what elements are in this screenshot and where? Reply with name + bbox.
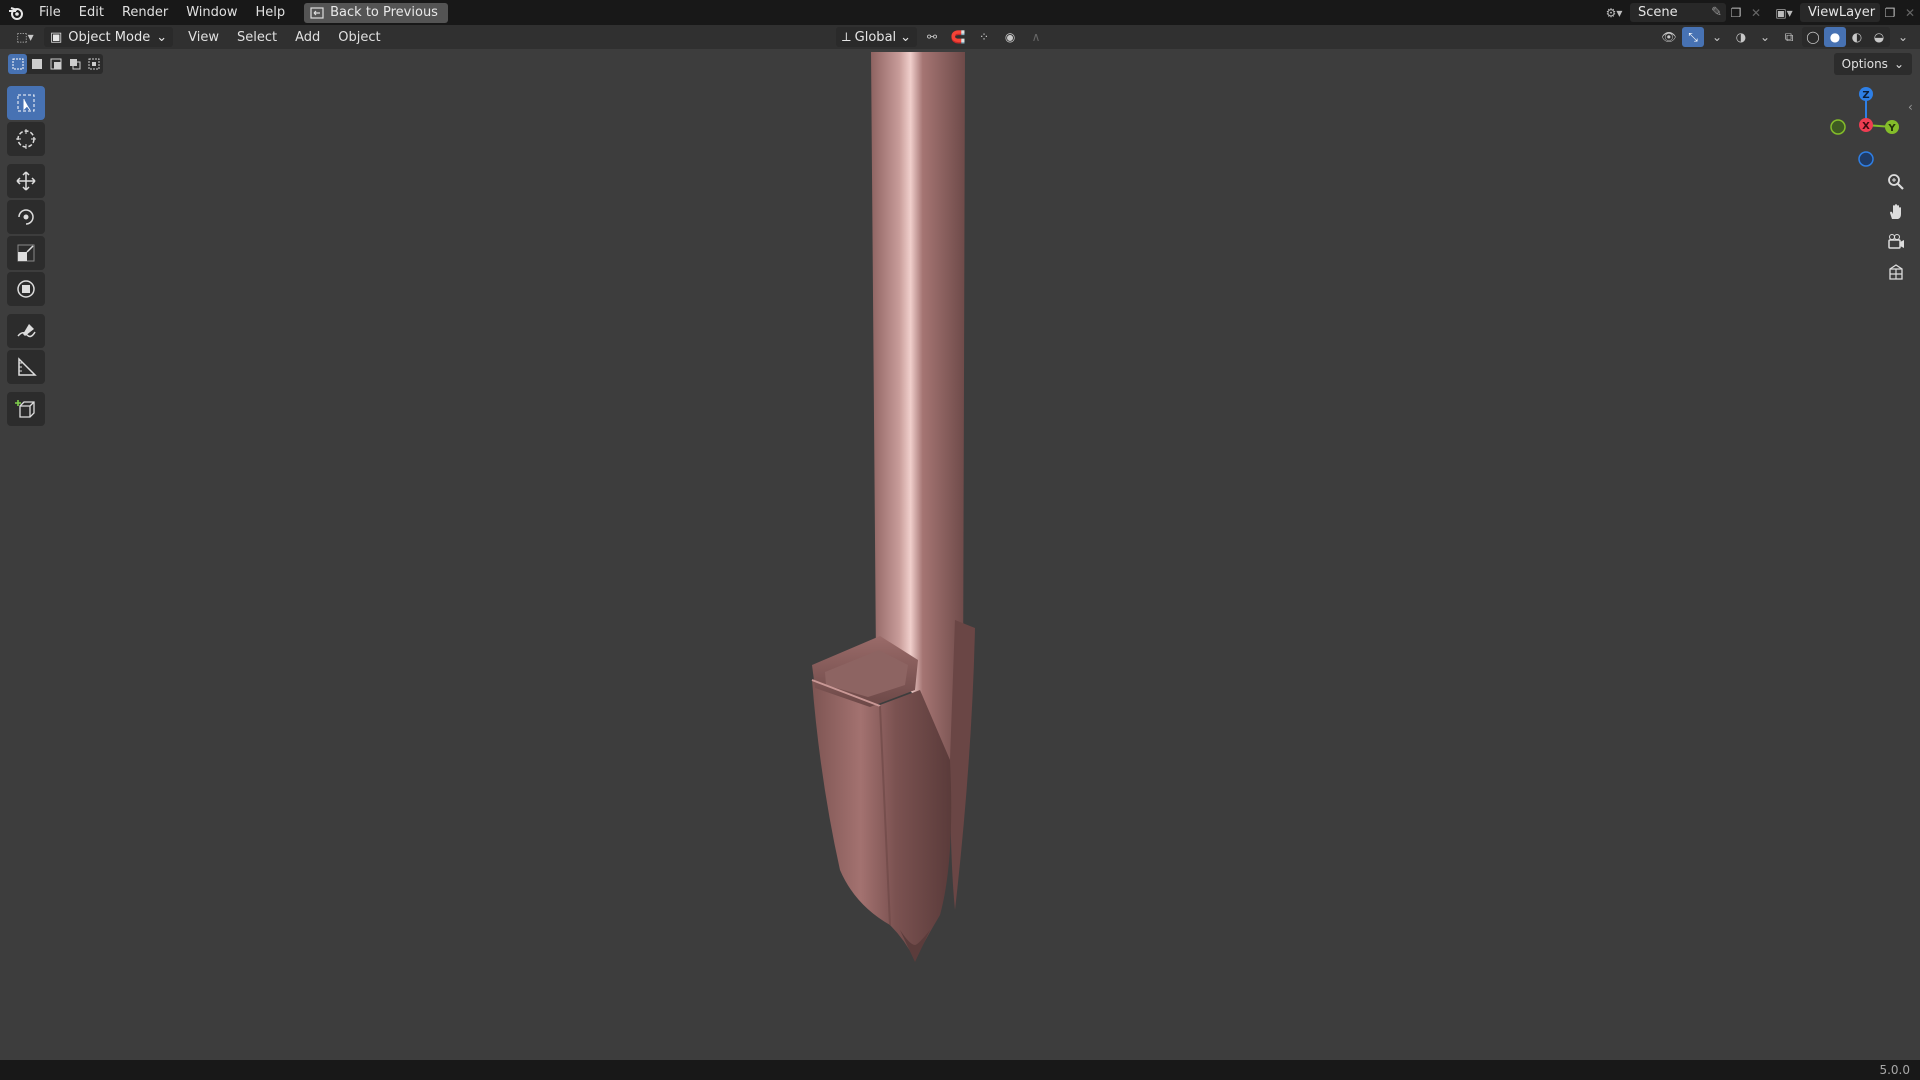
- pin-icon[interactable]: ✎: [1711, 3, 1722, 22]
- add-cube-tool-icon[interactable]: [7, 392, 45, 426]
- select-subtract-icon[interactable]: [46, 54, 65, 74]
- status-bar: 5.0.0: [0, 1060, 1920, 1080]
- snap-toggle-icon[interactable]: 🧲: [947, 27, 969, 47]
- version-label: 5.0.0: [1879, 1063, 1910, 1077]
- editor-type-icon[interactable]: ⬚▾: [10, 27, 40, 47]
- rotate-tool-icon[interactable]: [7, 200, 45, 234]
- back-to-previous-label: Back to Previous: [330, 5, 438, 20]
- select-intersect-icon[interactable]: [84, 54, 103, 74]
- back-to-previous-button[interactable]: Back to Previous: [304, 2, 448, 23]
- tool-shelf: [7, 86, 47, 428]
- menu-object[interactable]: Object: [329, 30, 389, 45]
- new-viewlayer-icon[interactable]: ❐: [1880, 3, 1900, 22]
- back-icon: [310, 6, 324, 19]
- orientation-icon: ⟂: [842, 29, 851, 45]
- menu-add[interactable]: Add: [286, 30, 329, 45]
- gizmo-neg-y-icon[interactable]: [1830, 119, 1846, 135]
- options-label: Options: [1841, 57, 1888, 71]
- scene-name-field[interactable]: Scene ✎: [1630, 3, 1726, 22]
- shading-modes: ◯ ● ◐ ◒: [1802, 27, 1890, 47]
- view-layer-name: ViewLayer: [1808, 5, 1876, 20]
- viewport-navigation-buttons: [1882, 168, 1912, 288]
- transform-orientation-dropdown[interactable]: ⟂ Global ⌄: [836, 27, 918, 47]
- transform-tool-icon[interactable]: [7, 272, 45, 306]
- chevron-down-icon: ⌄: [1893, 57, 1904, 71]
- select-invert-icon[interactable]: [65, 54, 84, 74]
- gizmo-dropdown-icon[interactable]: ⌄: [1706, 27, 1728, 47]
- menu-edit[interactable]: Edit: [70, 0, 113, 25]
- scene-selector-area: ⚙▾ Scene ✎ ❐ ✕ ▣▾ ViewLayer ❐ ✕: [1604, 0, 1920, 25]
- wireframe-shading-icon[interactable]: ◯: [1802, 27, 1824, 47]
- scene-browse-icon[interactable]: ⚙▾: [1604, 3, 1624, 22]
- view-layer-field[interactable]: ViewLayer: [1800, 3, 1880, 22]
- options-dropdown[interactable]: Options ⌄: [1833, 53, 1912, 75]
- camera-view-icon[interactable]: [1882, 228, 1910, 256]
- gizmo-z-label: Z: [1862, 90, 1869, 101]
- blender-logo-icon[interactable]: [2, 0, 30, 25]
- snap-target-icon[interactable]: ⁘: [973, 27, 995, 47]
- delete-scene-icon[interactable]: ✕: [1746, 3, 1766, 22]
- viewport-header: ⬚▾ ▣ Object Mode ⌄ View Select Add Objec…: [0, 25, 1920, 49]
- shading-dropdown-icon[interactable]: ⌄: [1892, 27, 1914, 47]
- gizmo-y-label: Y: [1887, 123, 1896, 134]
- gizmo-neg-z-icon[interactable]: [1858, 151, 1874, 167]
- xray-toggle-icon[interactable]: ⧉: [1778, 27, 1800, 47]
- move-tool-icon[interactable]: [7, 164, 45, 198]
- chevron-down-icon: ⌄: [156, 29, 168, 45]
- menu-file[interactable]: File: [30, 0, 70, 25]
- new-scene-icon[interactable]: ❐: [1726, 3, 1746, 22]
- measure-tool-icon[interactable]: [7, 350, 45, 384]
- viewlayer-browse-icon[interactable]: ▣▾: [1774, 3, 1794, 22]
- top-menu-bar: File Edit Render Window Help Back to Pre…: [0, 0, 1920, 25]
- material-shading-icon[interactable]: ◐: [1846, 27, 1868, 47]
- scale-tool-icon[interactable]: [7, 236, 45, 270]
- menu-view[interactable]: View: [179, 30, 228, 45]
- rendered-shading-icon[interactable]: ◒: [1868, 27, 1890, 47]
- object-mode-dropdown[interactable]: ▣ Object Mode ⌄: [44, 27, 174, 47]
- select-box-tool-icon[interactable]: [7, 86, 45, 120]
- annotate-tool-icon[interactable]: [7, 314, 45, 348]
- gizmo-toggle-icon[interactable]: ⤡: [1682, 27, 1704, 47]
- select-extend-icon[interactable]: [27, 54, 46, 74]
- pan-hand-icon[interactable]: [1882, 198, 1910, 226]
- delete-viewlayer-icon[interactable]: ✕: [1900, 3, 1920, 22]
- sidebar-toggle-icon[interactable]: ‹: [1908, 100, 1913, 114]
- transform-orientation-label: Global: [854, 29, 897, 45]
- object-mode-label: Object Mode: [68, 29, 151, 45]
- menu-help[interactable]: Help: [247, 0, 295, 25]
- viewport-3d-model[interactable]: [0, 0, 1920, 1080]
- solid-shading-icon[interactable]: ●: [1824, 27, 1846, 47]
- navigation-gizmo[interactable]: Z Y X: [1820, 85, 1920, 175]
- object-mode-icon: ▣: [50, 29, 63, 45]
- overlay-dropdown-icon[interactable]: ⌄: [1754, 27, 1776, 47]
- overlay-toggle-icon[interactable]: ◑: [1730, 27, 1752, 47]
- cursor-tool-icon[interactable]: [7, 122, 45, 156]
- falloff-icon[interactable]: ∧: [1025, 27, 1047, 47]
- select-new-icon[interactable]: [8, 54, 27, 74]
- chevron-down-icon: ⌄: [900, 29, 912, 45]
- viewport-display-tools: 👁 ⤡ ⌄ ◑ ⌄ ⧉ ◯ ● ◐ ◒ ⌄: [1658, 25, 1914, 49]
- transform-tools: ⟂ Global ⌄ ⚯ 🧲 ⁘ ◉ ∧: [836, 25, 1047, 49]
- pivot-point-icon[interactable]: ⚯: [921, 27, 943, 47]
- orthographic-grid-icon[interactable]: [1882, 258, 1910, 286]
- visibility-icon[interactable]: 👁: [1658, 27, 1680, 47]
- menu-select[interactable]: Select: [228, 30, 286, 45]
- menu-window[interactable]: Window: [177, 0, 246, 25]
- menu-render[interactable]: Render: [113, 0, 177, 25]
- proportional-edit-icon[interactable]: ◉: [999, 27, 1021, 47]
- zoom-icon[interactable]: [1882, 168, 1910, 196]
- selection-mode-buttons: [8, 54, 103, 74]
- gizmo-x-label: X: [1862, 121, 1870, 132]
- scene-name: Scene: [1638, 5, 1678, 20]
